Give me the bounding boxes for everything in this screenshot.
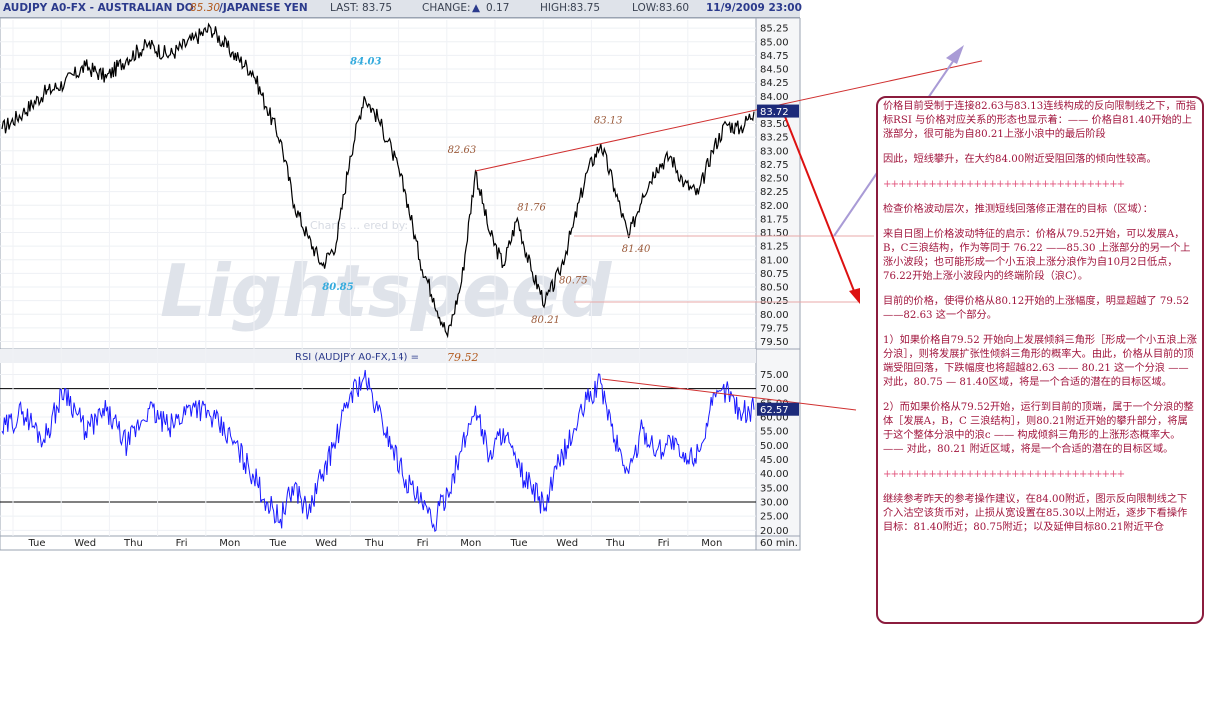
price-annotation: 81.40 <box>622 244 651 255</box>
price-tick-label: 82.25 <box>760 187 789 198</box>
x-tick-label: Tue <box>509 538 527 549</box>
analysis-note: 价格目前受制于连接82.63与83.13连线构成的反向限制线之下，而指标RSI … <box>876 96 1204 624</box>
price-tick-label: 79.50 <box>760 337 789 348</box>
note-separator-2: ++++++++++++++++++++++++++++++++ <box>883 469 1125 480</box>
x-tick-label: Wed <box>74 538 96 549</box>
timeframe-label: 60 min. <box>760 538 798 549</box>
rsi-title-value: 79.52 <box>447 351 479 364</box>
chart-header: AUDJPY A0-FX - AUSTRALIAN DO 85.30 /JAPA… <box>0 0 802 18</box>
price-tick-label: 81.75 <box>760 214 789 225</box>
note-paragraph-1: 价格目前受制于连接82.63与83.13连线构成的反向限制线之下，而指标RSI … <box>883 101 1197 140</box>
rsi-last-tag-text: 62.57 <box>760 405 789 416</box>
note-paragraph-2: 因此，短线攀升，在大约84.00附近受阻回落的倾向性较高。 <box>883 154 1157 165</box>
price-tick-label: 81.00 <box>760 255 789 266</box>
price-tick-label: 85.25 <box>760 24 789 35</box>
high-label: HIGH: <box>540 2 571 14</box>
change-up-icon: ▲ <box>472 2 481 14</box>
rsi-tick-label: 55.00 <box>760 427 789 438</box>
price-tick-label: 82.75 <box>760 160 789 171</box>
x-tick-label: Mon <box>701 538 722 549</box>
change-value: 0.17 <box>486 2 510 14</box>
price-tick-label: 84.00 <box>760 92 789 103</box>
x-tick-label: Wed <box>315 538 337 549</box>
rsi-tick-label: 20.00 <box>760 526 789 537</box>
price-tick-label: 83.00 <box>760 146 789 157</box>
price-tick-label: 80.00 <box>760 310 789 321</box>
note-paragraph-6: 1）如果价格自79.52 开始向上发展倾斜三角形［形成一个小五浪上涨分浪］，则将… <box>883 335 1197 388</box>
note-paragraph-7: 2）而如果价格从79.52开始，运行到目前的顶端，属于一个分浪的整体［发展A，B… <box>883 402 1194 455</box>
up-arrow-head <box>946 45 964 64</box>
price-annotation: 83.13 <box>594 116 623 127</box>
price-tick-label: 83.25 <box>760 133 789 144</box>
x-tick-label: Fri <box>176 538 188 549</box>
symbol-tail: /JAPANESE YEN <box>219 2 308 14</box>
price-tick-label: 82.50 <box>760 174 789 185</box>
note-paragraph-5: 目前的价格，使得价格从80.12开始的上涨幅度，明显超越了 79.52 ——82… <box>883 296 1190 321</box>
price-tick-label: 81.50 <box>760 228 789 239</box>
price-tick-label: 81.25 <box>760 242 789 253</box>
high-value: 83.75 <box>570 2 601 14</box>
x-tick-label: Tue <box>27 538 45 549</box>
price-annotation: 82.63 <box>448 145 477 156</box>
rsi-title: RSI (AUDJPY A0-FX,14) = <box>295 352 419 363</box>
watermark-small: Charts ... ered by: <box>310 219 408 232</box>
note-paragraph-8: 继续参考昨天的参考操作建议，在84.00附近，图示反向限制线之下介入沽空该货币对… <box>883 494 1188 533</box>
rsi-tick-label: 75.00 <box>760 370 789 381</box>
rsi-tick-label: 35.00 <box>760 483 789 494</box>
price-annotation: 81.76 <box>517 202 546 213</box>
price-annotation: 80.21 <box>531 315 560 326</box>
note-paragraph-4: 来自日图上价格波动特征的启示：价格从79.52开始，可以发展A，B，C三浪结构，… <box>883 229 1191 282</box>
price-tick-label: 79.75 <box>760 323 789 334</box>
change-label: CHANGE: <box>422 2 471 14</box>
price-annotation: 80.85 <box>322 282 353 293</box>
price-tick-label: 85.00 <box>760 37 789 48</box>
x-tick-label: Thu <box>123 538 143 549</box>
price-tick-label: 84.50 <box>760 65 789 76</box>
price-tick-label: 80.50 <box>760 283 789 294</box>
x-tick-label: Tue <box>268 538 286 549</box>
rsi-tick-label: 25.00 <box>760 512 789 523</box>
price-tick-label: 84.75 <box>760 51 789 62</box>
price-tick-label: 80.75 <box>760 269 789 280</box>
x-tick-label: Mon <box>460 538 481 549</box>
rsi-tick-label: 70.00 <box>760 384 789 395</box>
rsi-tick-label: 45.00 <box>760 455 789 466</box>
rsi-tick-label: 30.00 <box>760 498 789 509</box>
x-tick-label: Fri <box>417 538 429 549</box>
price-last-tag-text: 83.72 <box>760 107 789 118</box>
last-value: 83.75 <box>362 2 393 14</box>
datetime: 11/9/2009 23:00 <box>706 2 802 14</box>
price-tick-label: 84.25 <box>760 78 789 89</box>
price-tick-label: 83.50 <box>760 119 789 130</box>
overlay-price: 85.30 <box>190 2 221 14</box>
x-tick-label: Fri <box>658 538 670 549</box>
x-tick-label: Thu <box>364 538 384 549</box>
low-value: 83.60 <box>659 2 690 14</box>
last-label: LAST: <box>330 2 359 14</box>
price-tick-label: 82.00 <box>760 201 789 212</box>
x-tick-label: Thu <box>605 538 625 549</box>
x-tick-label: Mon <box>219 538 240 549</box>
rsi-tick-label: 40.00 <box>760 469 789 480</box>
rsi-tick-label: 50.00 <box>760 441 789 452</box>
price-annotation: 80.75 <box>559 275 588 286</box>
price-annotation: 84.03 <box>350 57 381 68</box>
low-label: LOW: <box>632 2 660 14</box>
symbol-title: AUDJPY A0-FX - AUSTRALIAN DO <box>3 2 194 14</box>
note-paragraph-3: 检查价格波动层次，推测短线回落修正潜在的目标（区域）： <box>883 204 1153 215</box>
note-separator-1: ++++++++++++++++++++++++++++++++ <box>883 179 1125 190</box>
x-tick-label: Wed <box>556 538 578 549</box>
